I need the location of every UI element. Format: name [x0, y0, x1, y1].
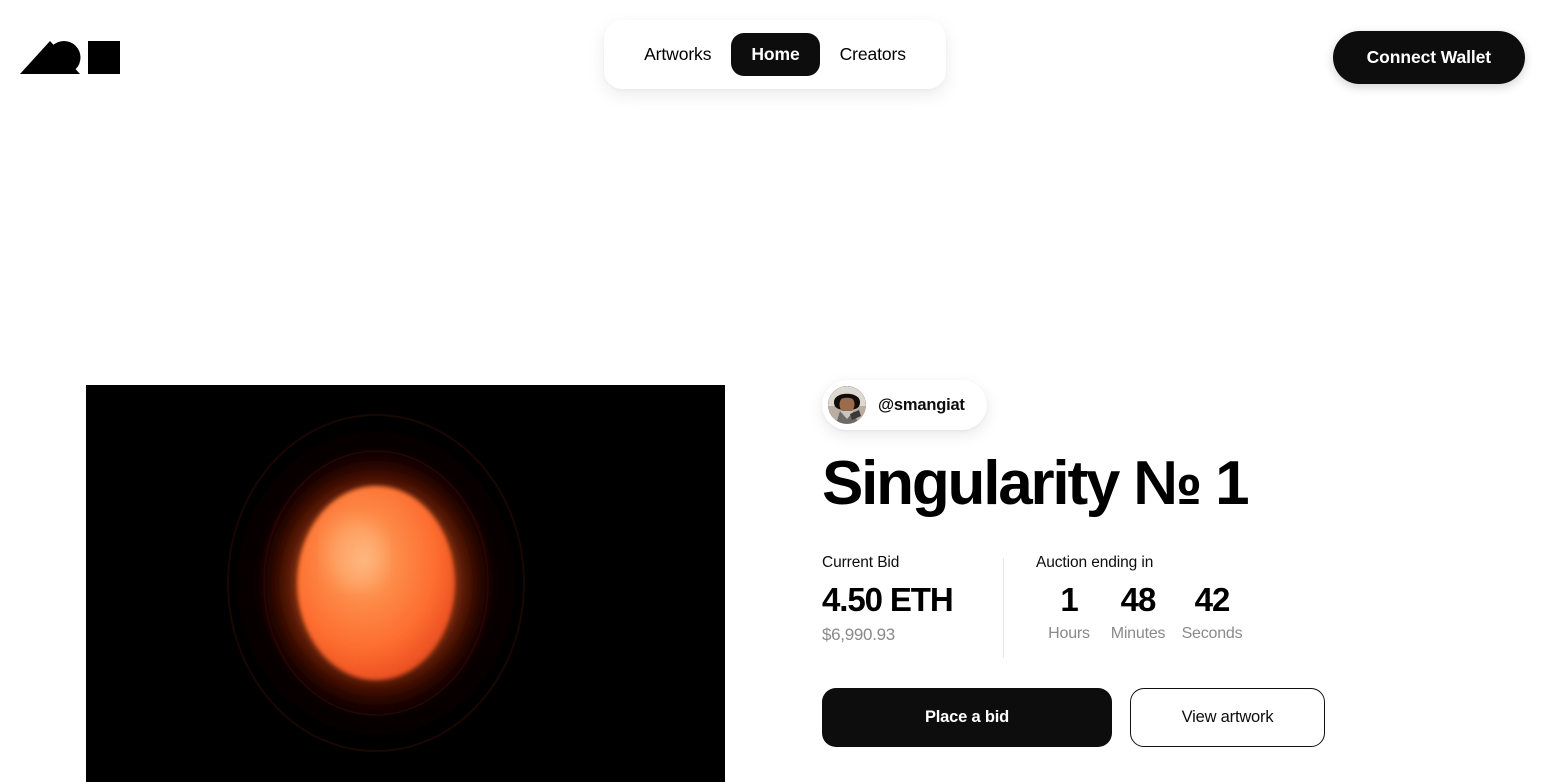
- nav-item-creators[interactable]: Creators: [826, 36, 920, 74]
- artwork-preview[interactable]: [86, 385, 725, 782]
- brand-logo-shapes: [20, 41, 120, 74]
- circle-icon: [47, 41, 81, 74]
- square-icon: [88, 41, 120, 74]
- countdown-hours-value: 1: [1060, 580, 1078, 618]
- view-artwork-button[interactable]: View artwork: [1130, 688, 1325, 747]
- current-bid-amount: 4.50 ETH: [822, 580, 954, 618]
- countdown-minutes-unit: Minutes: [1110, 625, 1166, 643]
- hero-section: @smangiat Singularity № 1 Current Bid 4.…: [0, 380, 1541, 782]
- auction-countdown-block: Auction ending in 1 Hours 48 Minutes 42 …: [1036, 555, 1250, 642]
- countdown-minutes-value: 48: [1120, 580, 1157, 618]
- countdown-seconds-unit: Seconds: [1181, 625, 1243, 643]
- artist-handle: @smangiat: [878, 395, 965, 414]
- countdown-hours: 1 Hours: [1036, 580, 1102, 643]
- stats-divider: [1003, 558, 1004, 658]
- current-bid-block: Current Bid 4.50 ETH $6,990.93: [822, 555, 1003, 643]
- artwork-actions: Place a bid View artwork: [822, 688, 1325, 747]
- artwork-title: Singularity № 1: [822, 449, 1250, 518]
- current-bid-usd: $6,990.93: [822, 625, 895, 645]
- countdown-columns: 1 Hours 48 Minutes 42 Seconds: [1036, 580, 1250, 643]
- artist-badge[interactable]: @smangiat: [822, 380, 987, 430]
- primary-navigation: Artworks Home Creators: [604, 20, 946, 89]
- auction-countdown-label: Auction ending in: [1036, 554, 1154, 571]
- artwork-image: [86, 385, 725, 782]
- brand-logo[interactable]: [20, 41, 120, 74]
- countdown-hours-unit: Hours: [1048, 625, 1090, 643]
- artist-avatar: [828, 386, 866, 424]
- artwork-details: @smangiat Singularity № 1 Current Bid 4.…: [822, 380, 1422, 782]
- countdown-minutes: 48 Minutes: [1102, 580, 1174, 643]
- avatar-image: [828, 386, 866, 424]
- artwork-stats: Current Bid 4.50 ETH $6,990.93 Auction e…: [822, 555, 1250, 658]
- nav-item-home[interactable]: Home: [731, 32, 820, 77]
- place-bid-button[interactable]: Place a bid: [822, 688, 1112, 747]
- countdown-seconds-value: 42: [1194, 580, 1231, 618]
- site-header: Artworks Home Creators Connect Wallet: [0, 0, 1541, 115]
- current-bid-label: Current Bid: [822, 554, 900, 571]
- countdown-seconds: 42 Seconds: [1174, 580, 1250, 643]
- connect-wallet-button[interactable]: Connect Wallet: [1332, 31, 1525, 84]
- nav-item-artworks[interactable]: Artworks: [630, 36, 725, 74]
